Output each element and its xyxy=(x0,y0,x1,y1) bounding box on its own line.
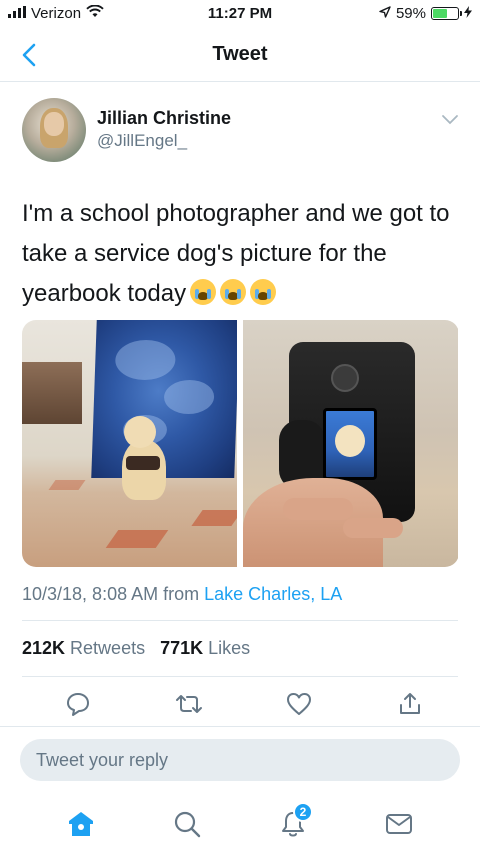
dog xyxy=(122,440,166,500)
messages-icon xyxy=(386,813,412,834)
camera-dial xyxy=(331,364,359,392)
tab-messages[interactable] xyxy=(379,804,419,844)
navigation-bar: Tweet xyxy=(0,28,480,82)
tab-notifications[interactable]: 2 xyxy=(273,801,313,844)
retweet-icon xyxy=(175,695,202,713)
tweet-options-button[interactable] xyxy=(440,112,460,128)
from-label: from xyxy=(163,584,200,604)
page-title: Tweet xyxy=(212,43,268,65)
loudly-crying-face-icon xyxy=(220,279,247,305)
likes-count: 771K xyxy=(160,638,204,658)
author-handle[interactable]: @JillEngel_ xyxy=(97,131,187,151)
reply-button[interactable] xyxy=(62,688,94,720)
battery-percent: 59% xyxy=(395,5,426,22)
photo-camera-preview[interactable] xyxy=(243,320,458,567)
avatar[interactable] xyxy=(22,98,86,162)
photo-dog-posing[interactable] xyxy=(22,320,237,567)
like-button[interactable] xyxy=(283,688,315,720)
storage-cart xyxy=(22,362,82,424)
location-link[interactable]: Lake Charles, LA xyxy=(204,584,342,604)
reply-bar xyxy=(0,726,480,792)
likes-label: Likes xyxy=(208,638,251,658)
status-bar: Verizon 11:27 PM 59% xyxy=(0,0,480,28)
engagement-stats: 212K Retweets 771K Likes xyxy=(22,638,250,659)
reply-input[interactable] xyxy=(20,739,460,781)
blue-backdrop xyxy=(91,320,237,478)
tab-bar: 2 xyxy=(0,793,480,854)
service-vest xyxy=(126,456,160,470)
camera-lcd-dog xyxy=(335,425,365,457)
notification-badge: 2 xyxy=(293,801,313,822)
tab-search[interactable] xyxy=(167,804,207,844)
reply-icon xyxy=(67,693,89,716)
loudly-crying-face-icon xyxy=(190,279,217,305)
tweet-text: I'm a school photographer and we got to … xyxy=(22,194,462,314)
chevron-down-icon xyxy=(442,115,458,125)
tweet-actions xyxy=(22,688,458,724)
divider xyxy=(22,620,458,621)
timestamp-text: 10/3/18, 8:08 AM xyxy=(22,584,159,604)
charging-bolt-icon xyxy=(464,5,472,22)
battery-icon xyxy=(431,7,462,20)
home-icon xyxy=(69,811,93,836)
battery-level xyxy=(433,9,448,18)
retweets-count: 212K xyxy=(22,638,66,658)
tab-home[interactable] xyxy=(61,804,101,844)
share-button[interactable] xyxy=(394,688,426,720)
search-icon xyxy=(174,811,201,837)
tweet-media xyxy=(22,320,459,567)
dog-head xyxy=(124,416,156,448)
retweets-stat[interactable]: 212K Retweets xyxy=(22,638,145,658)
like-icon xyxy=(287,693,312,715)
avatar-face xyxy=(44,112,64,136)
status-right: 59% xyxy=(379,5,472,22)
retweets-label: Retweets xyxy=(70,638,146,658)
likes-stat[interactable]: 771K Likes xyxy=(160,638,250,658)
location-arrow-icon xyxy=(379,5,391,22)
divider xyxy=(22,676,458,677)
share-icon xyxy=(399,693,420,714)
author-display-name[interactable]: Jillian Christine xyxy=(97,108,231,129)
retweet-button[interactable] xyxy=(173,688,205,720)
tweet-timestamp: 10/3/18, 8:08 AM from Lake Charles, LA xyxy=(22,584,342,605)
loudly-crying-face-icon xyxy=(250,279,277,305)
